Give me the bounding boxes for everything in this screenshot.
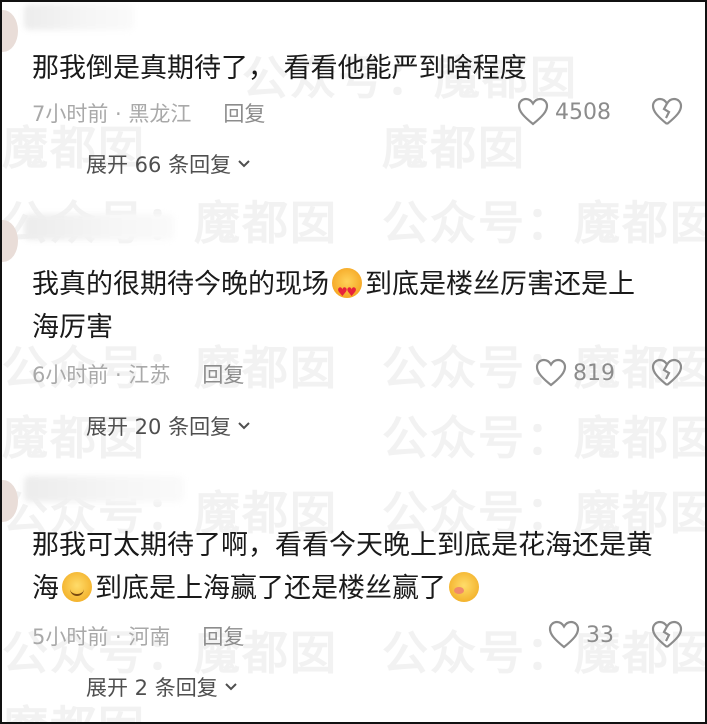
smile-emoji-icon (62, 572, 92, 602)
heart-icon (535, 358, 567, 387)
comment-text: 那我可太期待了啊，看看今天晚上到底是花海还是黄 海 到底是上海赢了还是楼丝赢了 (32, 524, 672, 610)
comment-meta: 7小时前 · 黑龙江 回复 (32, 98, 265, 128)
comment-meta: 6小时前 · 江苏 回复 (32, 359, 244, 389)
username-blurred[interactable] (24, 4, 134, 30)
watermark: 魔都囡 (382, 121, 526, 175)
comment-text-part: 海 (32, 573, 59, 604)
comment-time-location: 7小时前 · 黑龙江 (32, 102, 192, 126)
heart-icon (548, 620, 580, 649)
chevron-down-icon (238, 160, 250, 168)
avatar[interactable] (2, 220, 18, 262)
heart-icon (517, 97, 549, 126)
username-blurred[interactable] (24, 476, 184, 502)
heart-eyes-emoji-icon (332, 268, 362, 314)
expand-replies-button[interactable]: 展开 66 条回复 (86, 149, 251, 179)
comment-panel: 公众号：魔都囡 魔都囡 魔都囡 公众号：魔都囡 公众号：魔都囡 公众号：魔都囡 … (0, 0, 707, 724)
like-button[interactable]: 33 (548, 620, 614, 650)
chevron-down-icon (225, 683, 237, 691)
reply-button[interactable]: 回复 (202, 621, 244, 651)
comment-time-location: 5小时前 · 河南 (32, 625, 171, 649)
comment-text-part: 我真的很期待今晚的现场 (32, 269, 329, 300)
expand-replies-button[interactable]: 展开 20 条回复 (86, 411, 251, 441)
watermark: 公众号：魔都囡 (382, 196, 707, 250)
reply-button[interactable]: 回复 (202, 359, 244, 389)
avatar[interactable] (2, 10, 18, 52)
like-count: 4508 (555, 99, 611, 125)
dislike-button[interactable] (651, 358, 683, 392)
shy-emoji-icon (449, 572, 479, 602)
like-button[interactable]: 4508 (517, 97, 611, 127)
dislike-button[interactable] (651, 97, 683, 131)
comment-text-part: 海厉害 (32, 312, 113, 343)
broken-heart-icon (651, 358, 683, 386)
expand-replies-label: 展开 66 条回复 (86, 153, 232, 177)
comment-time-location: 6小时前 · 江苏 (32, 363, 171, 387)
expand-replies-button[interactable]: 展开 2 条回复 (86, 672, 238, 702)
comment-text-part: 那我可太期待了啊，看看今天晚上到底是花海还是黄 (32, 530, 653, 561)
comment-text-part: 到底是楼丝厉害还是上 (365, 269, 635, 300)
avatar[interactable] (2, 480, 18, 522)
expand-replies-label: 展开 2 条回复 (86, 676, 218, 700)
chevron-down-icon (238, 422, 250, 430)
like-count: 33 (586, 622, 614, 648)
comment-text: 那我倒是真期待了， 看看他能严到啥程度 (32, 53, 527, 84)
dislike-button[interactable] (651, 620, 683, 654)
like-count: 819 (573, 360, 615, 386)
broken-heart-icon (651, 97, 683, 125)
reply-button[interactable]: 回复 (223, 98, 265, 128)
username-blurred[interactable] (24, 214, 174, 240)
comment-meta: 5小时前 · 河南 回复 (32, 621, 244, 651)
comment-text: 我真的很期待今晚的现场 到底是楼丝厉害还是上 海厉害 (32, 263, 672, 349)
expand-replies-label: 展开 20 条回复 (86, 415, 232, 439)
comment-text-part: 到底是上海赢了还是楼丝赢了 (95, 573, 446, 604)
broken-heart-icon (651, 620, 683, 648)
like-button[interactable]: 819 (535, 358, 615, 388)
watermark: 公众号：魔都囡 (382, 411, 707, 465)
